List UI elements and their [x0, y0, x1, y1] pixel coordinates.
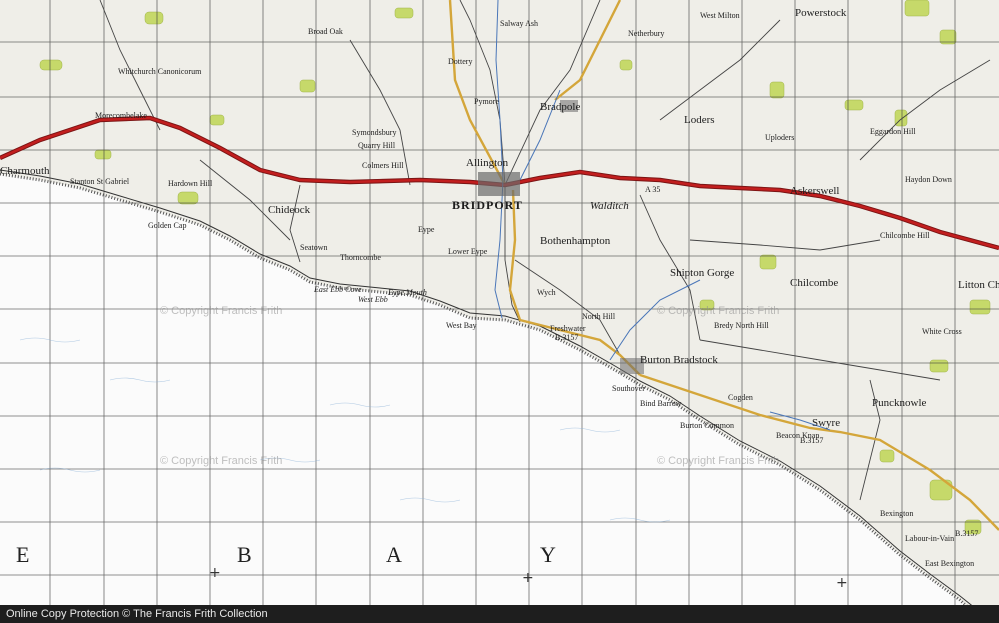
place-label-north-hill: North Hill: [582, 312, 616, 321]
place-label-bind-barrow: Bind Barrow: [640, 399, 682, 408]
place-label-cogden: Cogden: [728, 393, 753, 402]
place-label-symondsbury: Symondsbury: [352, 128, 397, 137]
place-label-loders: Loders: [684, 114, 715, 126]
place-label-bredy-north-hill: Bredy North Hill: [714, 321, 769, 330]
place-label-allington: Allington: [466, 157, 509, 169]
watermark: © Copyright Francis Frith: [657, 455, 780, 467]
road-label-b3157: B.3157: [555, 333, 579, 342]
sea-letter-e: E: [16, 542, 30, 567]
place-label-burton-bradstock: Burton Bradstock: [640, 354, 718, 366]
place-label-labour-in-vain: Labour-in-Vain: [905, 534, 955, 543]
place-label-shipton-gorge: Shipton Gorge: [670, 267, 735, 279]
place-label-southover: Southover: [612, 384, 645, 393]
place-label-pymore: Pymore: [474, 97, 499, 106]
place-label-morecombelake: Morecombelake: [95, 111, 147, 120]
sea-letter-b: B: [237, 542, 252, 567]
sea-letter-y: Y: [540, 542, 556, 567]
watermark: © Copyright Francis Frith: [160, 455, 283, 467]
place-label-broad-oak: Broad Oak: [308, 27, 343, 36]
copyright-footer: Online Copy Protection © The Francis Fri…: [0, 605, 999, 623]
place-label-quarry-hill: Quarry Hill: [358, 141, 396, 150]
place-label-walditch: Walditch: [590, 200, 629, 212]
place-label-puncknowle: Puncknowle: [872, 397, 927, 409]
place-label-bridport: BRIDPORT: [452, 198, 523, 212]
place-label-colmers-hill: Colmers Hill: [362, 161, 404, 170]
road-label-b3157-far: B.3157: [955, 529, 979, 538]
place-label-seatown: Seatown: [300, 243, 328, 252]
footer-text: Online Copy Protection © The Francis Fri…: [6, 608, 268, 620]
place-label-eggardon-hill: Eggardon Hill: [870, 127, 916, 136]
place-label-chideock: Chideock: [268, 204, 311, 216]
place-label-eype: Eype: [418, 225, 435, 234]
place-label-wych: Wych: [537, 288, 556, 297]
place-label-bexington: Bexington: [880, 509, 914, 518]
place-label-powerstock: Powerstock: [795, 7, 847, 19]
place-label-litton-cheney: Litton Chene: [958, 279, 999, 291]
place-label-stanton-st-gabriel: Stanton St Gabriel: [70, 177, 130, 186]
place-label-uploders: Uploders: [765, 133, 795, 142]
grid-cross-marker: +: [836, 575, 848, 591]
place-label-haydon-down: Haydon Down: [905, 175, 952, 184]
grid-cross-marker: +: [209, 565, 221, 581]
place-label-golden-cap: Golden Cap: [148, 221, 187, 230]
place-label-burton-common: Burton Common: [680, 421, 735, 430]
map-view[interactable]: E B A Y + + + © Copyright Francis Frith …: [0, 0, 999, 623]
grid-cross-marker: +: [522, 570, 534, 586]
place-label-chilcombe-hill: Chilcombe Hill: [880, 231, 930, 240]
place-label-bradpole: Bradpole: [540, 101, 581, 113]
place-label-eype-mouth: Eype Mouth: [388, 288, 427, 297]
place-label-swyre: Swyre: [812, 417, 841, 429]
map-graphics: [0, 0, 999, 623]
place-label-hardown-hill: Hardown Hill: [168, 179, 213, 188]
bridport-town-block: [478, 172, 520, 196]
place-label-west-bay: West Bay: [446, 321, 477, 330]
place-label-east-bexington: East Bexington: [925, 559, 975, 568]
place-label-white-cross: White Cross: [922, 327, 962, 336]
place-label-dottery: Dottery: [448, 57, 473, 66]
watermark: © Copyright Francis Frith: [160, 305, 283, 317]
place-label-freshwater: Freshwater: [550, 324, 586, 333]
road-label-a35: A 35: [645, 185, 661, 194]
road-label-b3157-east: B.3157: [800, 436, 824, 445]
place-label-lower-eype: Lower Eype: [448, 247, 488, 256]
watermark: © Copyright Francis Frith: [657, 305, 780, 317]
place-label-west-ebb: West Ebb: [358, 295, 388, 304]
place-label-east-ebb-cove: East Ebb Cove: [314, 285, 362, 294]
place-label-salway-ash: Salway Ash: [500, 19, 538, 28]
place-label-chilcombe: Chilcombe: [790, 277, 839, 289]
place-label-bothenhampton: Bothenhampton: [540, 235, 611, 247]
place-label-askerswell: Askerswell: [790, 185, 840, 197]
sea-letter-a: A: [386, 542, 402, 567]
place-label-whitchurch: Whitchurch Canonicorum: [118, 67, 202, 76]
place-label-netherbury: Netherbury: [628, 29, 665, 38]
place-label-charmouth: Charmouth: [0, 165, 50, 177]
place-label-west-milton: West Milton: [700, 11, 740, 20]
place-label-thorncombe: Thorncombe: [340, 253, 381, 262]
